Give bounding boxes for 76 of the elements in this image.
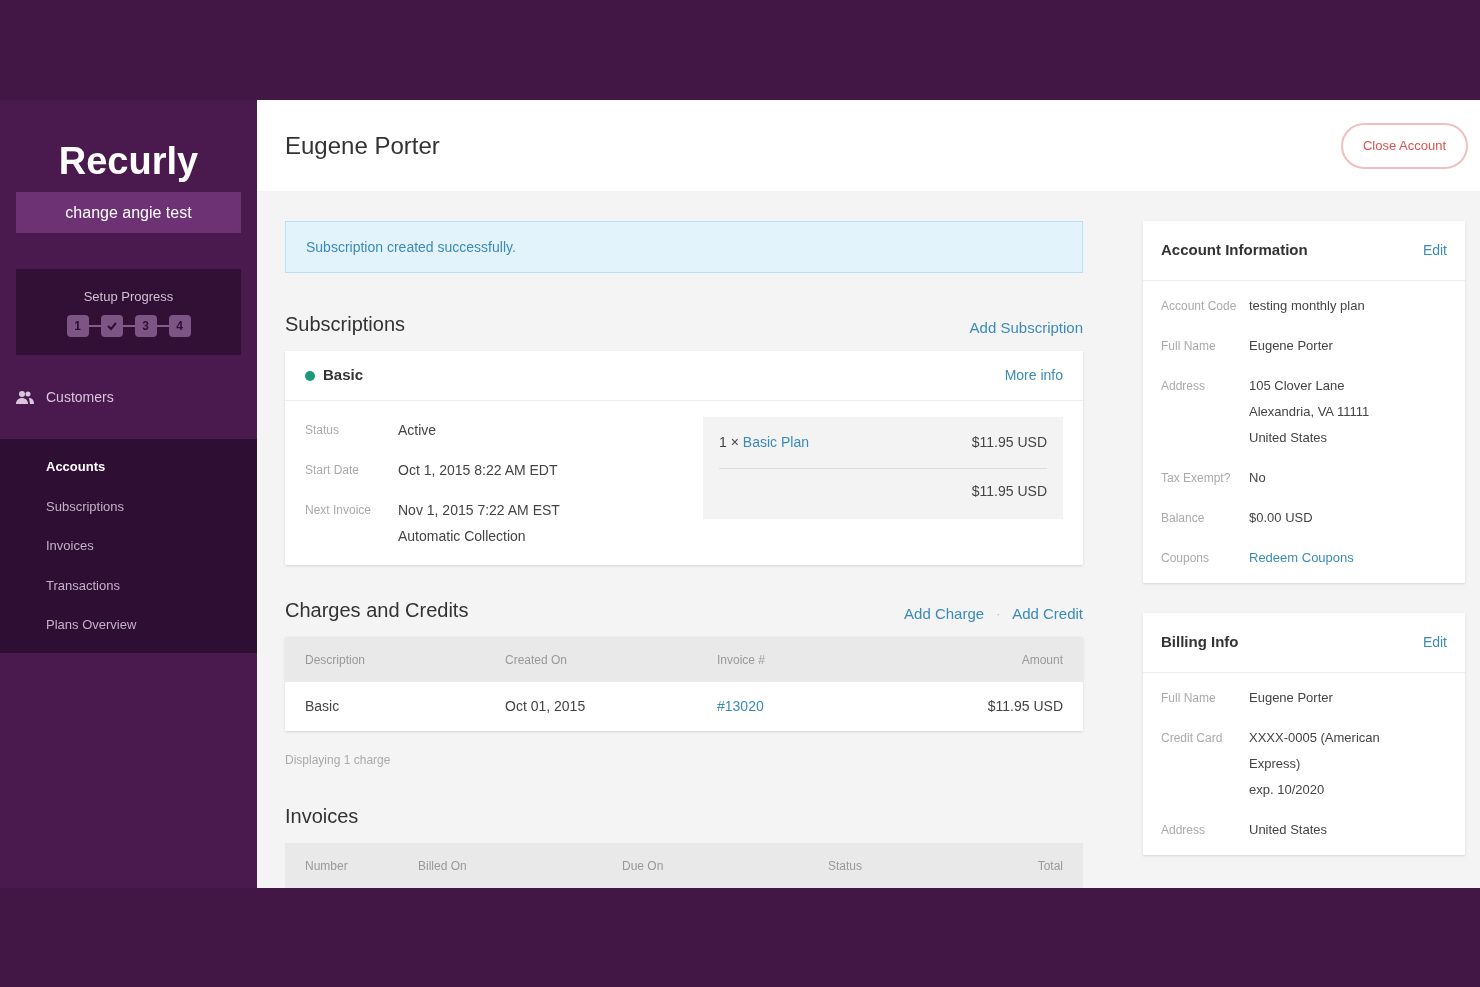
field-value: XXXX-0005 (American	[1249, 729, 1380, 747]
success-alert: Subscription created successfully.	[285, 221, 1083, 273]
column-header: Status	[828, 857, 864, 875]
add-subscription-link[interactable]: Add Subscription	[969, 316, 1083, 339]
field-value: Active	[398, 421, 437, 440]
plan-name: Basic	[323, 365, 364, 386]
field-value: exp. 10/2020	[1249, 781, 1326, 799]
field-value: Nov 1, 2015 7:22 AM EST	[398, 501, 560, 520]
nav-item[interactable]: Accounts	[46, 457, 257, 477]
invoice-link[interactable]: #13020	[717, 696, 903, 717]
logo: Recurly	[58, 139, 199, 184]
field-value: United States	[1249, 821, 1328, 839]
field-label: Account Code	[1161, 298, 1238, 315]
edit-link[interactable]: Edit	[1422, 240, 1447, 261]
page-title: Eugene Porter	[285, 130, 440, 161]
field-value: United States	[1249, 429, 1329, 447]
field-value: 105 Clover Lane	[1249, 377, 1346, 395]
step-number: 1	[66, 314, 89, 337]
field-label: Start Date	[305, 462, 361, 479]
column-header: Invoice #	[717, 651, 767, 669]
section-title[interactable]: Customers	[46, 386, 114, 408]
field-label: Balance	[1161, 510, 1206, 527]
step-number: 4	[168, 314, 191, 337]
field-label: Next Invoice	[305, 502, 373, 519]
field-label: Address	[1161, 822, 1207, 839]
more-info-link[interactable]: More info	[1004, 365, 1063, 386]
plan-link[interactable]: Basic Plan	[742, 432, 809, 453]
section-heading: Subscriptions	[285, 312, 406, 337]
total: $11.95 USD	[971, 481, 1047, 501]
field-label: Credit Card	[1161, 730, 1224, 747]
nav-item[interactable]: Plans Overview	[46, 615, 257, 635]
field-label: Coupons	[1161, 550, 1211, 567]
field-value: Oct 1, 2015 8:22 AM EDT	[398, 461, 558, 480]
table-cell-text: $11.95 USD	[986, 697, 1063, 716]
field-value: Eugene Porter	[1249, 337, 1333, 355]
setup-title: Setup Progress	[83, 288, 174, 307]
column-header: Amount	[1020, 651, 1063, 669]
table-cell-text: Oct 01, 2015	[505, 697, 587, 716]
people-icon	[16, 390, 34, 404]
field-label: Status	[305, 422, 341, 439]
field-value: Automatic Collection	[398, 527, 527, 546]
add-credit-link[interactable]: Add Credit	[1012, 602, 1083, 625]
field-value: Alexandria, VA 11111	[1249, 403, 1370, 421]
field-label: Tax Exempt?	[1161, 470, 1232, 487]
table-cell-text: Basic	[305, 697, 341, 716]
section-heading: Invoices	[285, 804, 360, 829]
field-value: Express)	[1249, 755, 1302, 773]
nav-item[interactable]: Transactions	[46, 575, 257, 595]
column-header: Description	[305, 651, 367, 669]
nav-item[interactable]: Subscriptions	[46, 496, 257, 516]
edit-link[interactable]: Edit	[1422, 632, 1447, 653]
nav-item[interactable]: Invoices	[46, 536, 257, 556]
field-label: Full Name	[1161, 338, 1217, 355]
field-label: Full Name	[1161, 690, 1217, 707]
quantity: 1 ×	[719, 433, 739, 452]
close-account-button[interactable]: Close Account	[1340, 122, 1468, 169]
redeem-link[interactable]: Redeem Coupons	[1249, 545, 1354, 571]
field-value: Eugene Porter	[1249, 689, 1333, 707]
card-title: Billing Info	[1161, 632, 1239, 653]
section-heading: Charges and Credits	[285, 598, 469, 623]
column-header: Total	[1036, 857, 1063, 875]
price: $11.95 USD	[971, 433, 1047, 452]
step-number: 3	[134, 314, 157, 337]
column-header: Billed On	[418, 857, 468, 875]
column-header: Number	[305, 857, 349, 875]
field-value: No	[1249, 469, 1266, 487]
charge-count: Displaying 1 charge	[285, 752, 392, 769]
column-header: Created On	[505, 651, 569, 669]
add-charge-link[interactable]: Add Charge	[904, 602, 985, 625]
site-name[interactable]: change angie test	[16, 192, 241, 233]
field-value: testing monthly plan	[1249, 297, 1365, 315]
column-header: Due On	[622, 857, 665, 875]
card-title: Account Information	[1161, 240, 1308, 261]
field-value: $0.00 USD	[1249, 509, 1313, 527]
separator-dot: ·	[996, 605, 1001, 623]
field-label: Address	[1161, 378, 1207, 395]
